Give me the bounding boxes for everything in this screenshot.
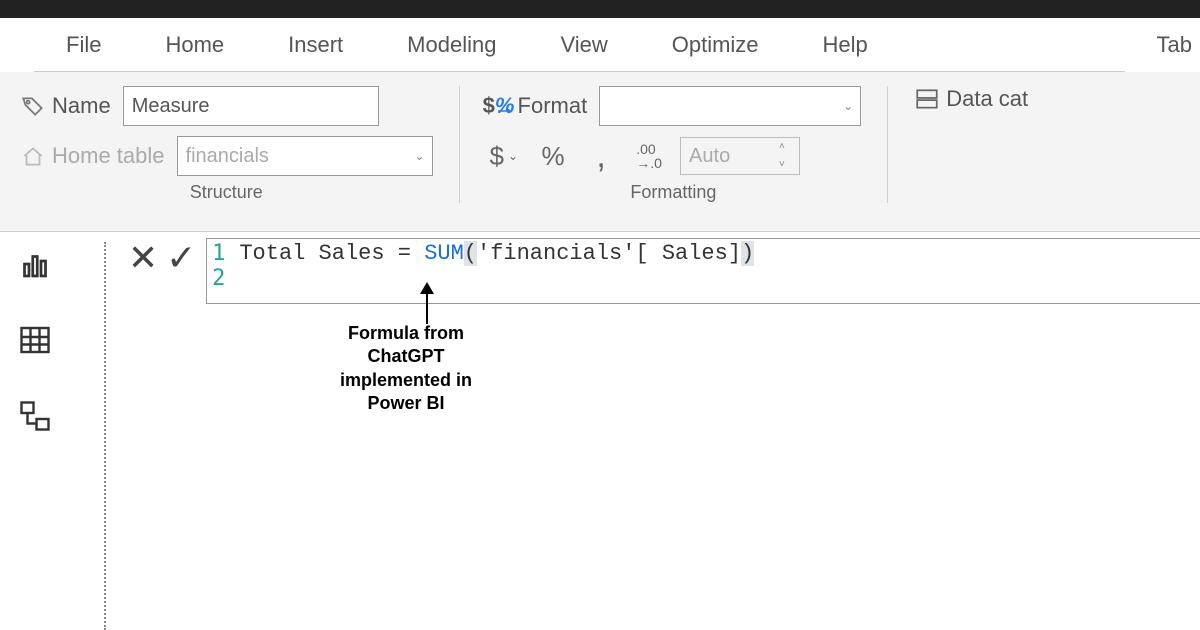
group-label-structure: Structure	[190, 182, 263, 203]
currency-button[interactable]: $⌄	[486, 136, 523, 176]
tab-table-tools[interactable]: Tab	[1125, 18, 1200, 72]
dax-code-line[interactable]: Total Sales = SUM('financials'[ Sales])	[233, 241, 754, 266]
filters-pane-edge[interactable]	[104, 242, 106, 630]
dax-editor[interactable]: 1 Total Sales = SUM('financials'[ Sales]…	[206, 238, 1200, 304]
decimal-places-stepper[interactable]: Auto ˄˅	[680, 137, 800, 175]
thousands-separator-button[interactable]: ,	[584, 136, 618, 176]
title-bar	[0, 0, 1200, 18]
chevron-down-icon: ⌄	[414, 149, 424, 163]
formula-bar: ✕ ✓ 1 Total Sales = SUM('financials'[ Sa…	[118, 238, 1200, 304]
tab-view[interactable]: View	[528, 18, 639, 72]
ribbon-group-properties: Data cat	[914, 86, 1034, 231]
home-icon	[20, 143, 46, 169]
measure-name-input[interactable]	[123, 86, 379, 126]
tab-modeling[interactable]: Modeling	[375, 18, 528, 72]
ribbon-group-formatting: $% Format ⌄ $⌄ % , .00→.0	[486, 86, 862, 231]
percent-button[interactable]: %	[536, 136, 570, 176]
ribbon: Name Home table ⌄ Structure	[0, 72, 1200, 232]
chevron-down-icon: ⌄	[843, 99, 853, 113]
annotation-arrow-icon	[426, 284, 428, 324]
ribbon-separator	[459, 86, 460, 203]
format-icon: $%	[486, 93, 512, 119]
data-view-button[interactable]	[17, 322, 53, 358]
chevron-down-icon: ⌄	[508, 149, 518, 163]
tab-help[interactable]: Help	[791, 18, 900, 72]
canvas-area: ✕ ✓ 1 Total Sales = SUM('financials'[ Sa…	[70, 232, 1200, 630]
tag-icon	[20, 93, 46, 119]
format-select[interactable]	[599, 86, 861, 126]
group-label-formatting: Formatting	[630, 182, 716, 203]
annotation-text: Formula from ChatGPT implemented in Powe…	[340, 322, 472, 416]
report-view-button[interactable]	[17, 246, 53, 282]
format-label: Format	[518, 93, 588, 119]
data-category-icon	[914, 86, 940, 112]
line-number: 2	[207, 266, 233, 291]
cancel-formula-button[interactable]: ✕	[128, 240, 158, 276]
tab-optimize[interactable]: Optimize	[640, 18, 791, 72]
data-category-label: Data cat	[946, 86, 1028, 112]
decimal-places-button[interactable]: .00→.0	[632, 136, 666, 176]
line-number: 1	[207, 241, 233, 266]
ribbon-separator	[887, 86, 888, 203]
home-table-select[interactable]	[177, 136, 433, 176]
tab-home[interactable]: Home	[133, 18, 256, 72]
view-switcher	[0, 232, 70, 630]
name-label: Name	[52, 93, 111, 119]
home-table-label: Home table	[52, 143, 165, 169]
tab-file[interactable]: File	[34, 18, 133, 72]
model-view-button[interactable]	[17, 398, 53, 434]
ribbon-group-structure: Name Home table ⌄ Structure	[16, 86, 433, 231]
ribbon-tabs: File Home Insert Modeling View Optimize …	[0, 18, 1200, 72]
commit-formula-button[interactable]: ✓	[166, 240, 196, 276]
main-area: ✕ ✓ 1 Total Sales = SUM('financials'[ Sa…	[0, 232, 1200, 630]
stepper-arrows-icon: ˄˅	[779, 142, 793, 170]
tab-insert[interactable]: Insert	[256, 18, 375, 72]
